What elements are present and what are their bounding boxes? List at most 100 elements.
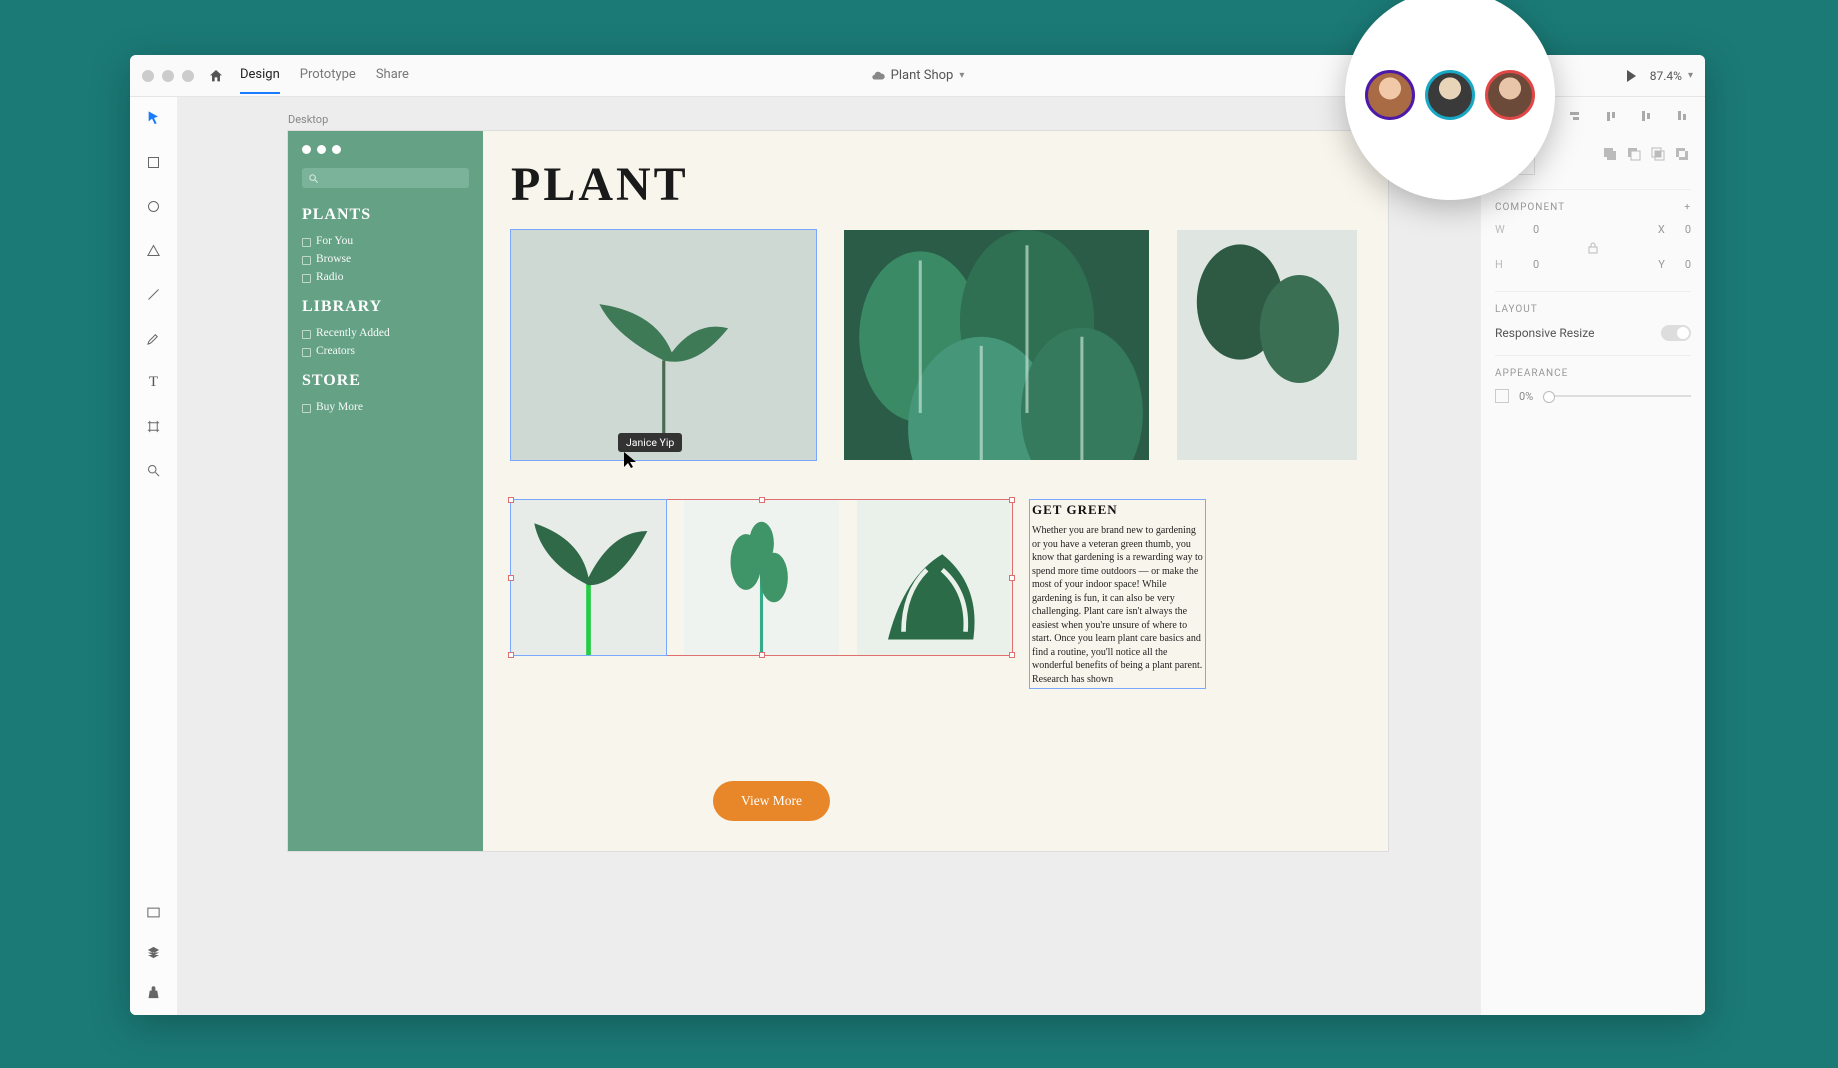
sidebar-heading-plants: PLANTS xyxy=(302,206,469,224)
design-sidebar: PLANTS For You Browse Radio LIBRARY Rece… xyxy=(288,131,483,851)
artboard-desktop[interactable]: PLANTS For You Browse Radio LIBRARY Rece… xyxy=(288,131,1388,851)
dim-h-value[interactable]: 0 xyxy=(1533,258,1539,271)
dim-h-label: H xyxy=(1495,258,1513,271)
zoom-control[interactable]: 87.4% ▾ xyxy=(1650,69,1693,83)
window-controls[interactable] xyxy=(142,70,194,82)
dim-y-label: Y xyxy=(1658,258,1665,271)
collaborator-cursor-icon xyxy=(623,451,637,469)
page-title: PLANT xyxy=(511,157,1360,212)
home-icon[interactable] xyxy=(206,66,226,86)
play-icon[interactable] xyxy=(1627,70,1636,82)
align-top-icon[interactable] xyxy=(1602,107,1620,125)
responsive-resize-toggle[interactable] xyxy=(1661,325,1691,341)
gallery-image[interactable] xyxy=(684,500,839,655)
sidebar-item: Radio xyxy=(302,268,469,286)
tab-prototype[interactable]: Prototype xyxy=(300,57,356,94)
tool-strip: T xyxy=(130,97,178,1015)
component-label: COMPONENT xyxy=(1495,202,1565,213)
gallery-image[interactable] xyxy=(857,500,1012,655)
component-section: COMPONENT + W 0 X 0 H 0 Y 0 xyxy=(1495,189,1691,277)
opacity-checkbox[interactable] xyxy=(1495,389,1509,403)
ellipse-tool-icon[interactable] xyxy=(143,195,165,217)
article-text-block[interactable]: GET GREEN Whether you are brand new to g… xyxy=(1030,500,1205,688)
document-name: Plant Shop xyxy=(891,68,954,83)
mode-tabs: Design Prototype Share xyxy=(240,57,409,94)
design-main: PLANT xyxy=(483,131,1388,851)
app-window: Design Prototype Share Plant Shop ▾ 87.4… xyxy=(130,55,1705,1015)
canvas[interactable]: Desktop PLANTS For You Browse Radio LIBR… xyxy=(178,97,1480,1015)
dim-w-value[interactable]: 0 xyxy=(1533,223,1539,236)
sidebar-item: For You xyxy=(302,232,469,250)
align-right-icon[interactable] xyxy=(1566,107,1584,125)
tab-share[interactable]: Share xyxy=(376,57,409,94)
design-search xyxy=(302,168,469,188)
layout-label: LAYOUT xyxy=(1495,304,1538,315)
select-tool-icon[interactable] xyxy=(143,107,165,129)
dim-x-label: X xyxy=(1658,223,1665,236)
tab-design[interactable]: Design xyxy=(240,57,280,94)
union-icon[interactable] xyxy=(1601,145,1619,163)
responsive-resize-label: Responsive Resize xyxy=(1495,326,1594,340)
appearance-section: APPEARANCE 0% xyxy=(1495,355,1691,403)
document-title[interactable]: Plant Shop ▾ xyxy=(871,68,965,83)
zoom-tool-icon[interactable] xyxy=(143,459,165,481)
plant-illustration xyxy=(844,230,1149,460)
sidebar-heading-library: LIBRARY xyxy=(302,298,469,316)
view-more-button[interactable]: View More xyxy=(713,781,830,821)
window-dots xyxy=(302,145,469,154)
cloud-icon xyxy=(871,69,885,83)
chevron-down-icon: ▾ xyxy=(959,70,964,81)
dim-y-value[interactable]: 0 xyxy=(1685,258,1691,271)
selected-group[interactable] xyxy=(511,500,1012,655)
lock-icon[interactable] xyxy=(1587,242,1599,254)
collaborator-cursor-label: Janice Yip xyxy=(618,433,682,452)
gallery-image[interactable] xyxy=(844,230,1149,460)
inspector-panel: COMPONENT + W 0 X 0 H 0 Y 0 xyxy=(1480,97,1705,1015)
gallery-image[interactable] xyxy=(511,230,816,460)
artboard-label[interactable]: Desktop xyxy=(288,113,328,126)
artboard-tool-icon[interactable] xyxy=(143,415,165,437)
add-component-icon[interactable]: + xyxy=(1684,202,1691,213)
align-middle-icon[interactable] xyxy=(1637,107,1655,125)
maximize-dot[interactable] xyxy=(182,70,194,82)
text-tool-icon[interactable]: T xyxy=(143,371,165,393)
opacity-value[interactable]: 0% xyxy=(1519,390,1533,403)
gallery-image[interactable] xyxy=(1177,230,1357,460)
sidebar-item: Buy More xyxy=(302,398,469,416)
layout-section: LAYOUT Responsive Resize xyxy=(1495,291,1691,341)
sidebar-item: Browse xyxy=(302,250,469,268)
subtract-icon[interactable] xyxy=(1625,145,1643,163)
assets-icon[interactable] xyxy=(143,901,165,923)
appearance-label: APPEARANCE xyxy=(1495,368,1568,379)
article-body: Whether you are brand new to gardening o… xyxy=(1032,524,1203,686)
plant-illustration xyxy=(557,288,771,449)
gallery-row-bottom-wrap: GET GREEN Whether you are brand new to g… xyxy=(511,500,1360,688)
polygon-tool-icon[interactable] xyxy=(143,239,165,261)
plugins-icon[interactable] xyxy=(143,981,165,1003)
opacity-slider[interactable] xyxy=(1543,395,1691,397)
sidebar-item: Recently Added xyxy=(302,324,469,342)
exclude-icon[interactable] xyxy=(1673,145,1691,163)
gallery-image[interactable] xyxy=(511,500,666,655)
minimize-dot[interactable] xyxy=(162,70,174,82)
layers-icon[interactable] xyxy=(143,941,165,963)
align-bottom-icon[interactable] xyxy=(1673,107,1691,125)
intersect-icon[interactable] xyxy=(1649,145,1667,163)
collaborator-avatar[interactable] xyxy=(1485,70,1535,120)
collaborator-avatar[interactable] xyxy=(1425,70,1475,120)
dim-x-value[interactable]: 0 xyxy=(1685,223,1691,236)
sidebar-heading-store: STORE xyxy=(302,372,469,390)
search-icon xyxy=(308,173,319,184)
collaborator-avatar[interactable] xyxy=(1365,70,1415,120)
sidebar-item: Creators xyxy=(302,342,469,360)
zoom-value: 87.4% xyxy=(1650,69,1682,83)
line-tool-icon[interactable] xyxy=(143,283,165,305)
gallery-row-top xyxy=(511,230,1360,460)
rectangle-tool-icon[interactable] xyxy=(143,151,165,173)
article-heading: GET GREEN xyxy=(1032,502,1203,518)
dim-w-label: W xyxy=(1495,223,1513,236)
chevron-down-icon: ▾ xyxy=(1688,70,1693,81)
plant-illustration xyxy=(1177,230,1357,410)
pen-tool-icon[interactable] xyxy=(143,327,165,349)
close-dot[interactable] xyxy=(142,70,154,82)
